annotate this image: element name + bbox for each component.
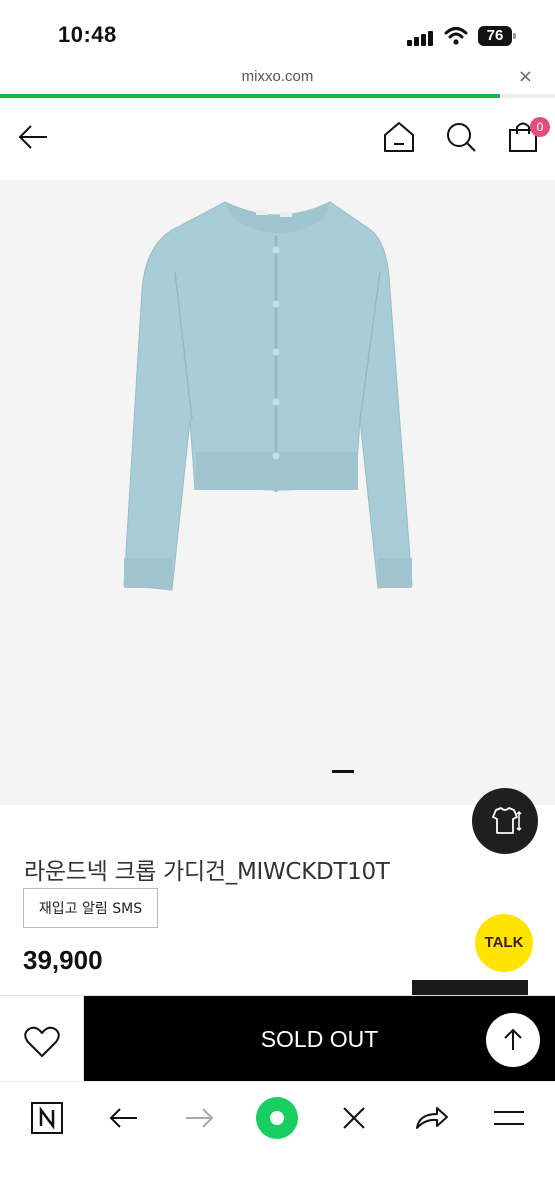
heart-icon: [24, 1026, 60, 1057]
close-icon[interactable]: [334, 1098, 374, 1138]
scroll-top-button[interactable]: [486, 1013, 540, 1067]
share-icon[interactable]: [411, 1098, 451, 1138]
signal-icon: [407, 30, 435, 46]
back-arrow-icon[interactable]: [103, 1098, 143, 1138]
home-indicator: [0, 1176, 555, 1196]
home-icon[interactable]: [382, 120, 416, 154]
green-home-icon[interactable]: [255, 1096, 299, 1140]
clothing-size-icon: [492, 807, 522, 834]
sold-out-button[interactable]: SOLD OUT: [84, 996, 555, 1082]
kakao-talk-button[interactable]: TALK: [475, 914, 533, 972]
cardigan-image: [123, 201, 413, 591]
arrow-left-icon[interactable]: [16, 122, 50, 152]
forward-arrow-icon[interactable]: [180, 1098, 220, 1138]
product-price: 39,900: [23, 945, 103, 975]
url-text[interactable]: mixxo.com: [0, 68, 555, 85]
search-icon[interactable]: [444, 120, 478, 154]
product-name: 라운드넥 크롭 가디건_MIWCKDT10T: [24, 859, 390, 885]
menu-icon[interactable]: [489, 1098, 529, 1138]
slide-indicator[interactable]: [332, 770, 354, 773]
product-image[interactable]: [0, 180, 555, 805]
restock-sms-button[interactable]: 재입고 알림 SMS: [23, 888, 158, 928]
naver-n-icon[interactable]: [27, 1098, 67, 1138]
arrow-up-icon: [504, 1028, 522, 1050]
wifi-icon: [444, 27, 468, 45]
status-bar: 10:48 76: [0, 0, 555, 62]
battery-level: 76: [478, 26, 512, 46]
browser-toolbar: [0, 1081, 555, 1155]
site-header: [0, 98, 555, 180]
wishlist-button[interactable]: [0, 996, 84, 1082]
cart-count-badge: 0: [530, 117, 550, 137]
close-icon[interactable]: ×: [518, 66, 533, 87]
battery-icon: 76: [478, 26, 516, 46]
url-bar[interactable]: mixxo.com ×: [0, 62, 555, 96]
size-guide-button[interactable]: [472, 788, 538, 854]
status-time: 10:48: [58, 22, 117, 47]
purchase-action-bar: SOLD OUT: [0, 995, 555, 1082]
